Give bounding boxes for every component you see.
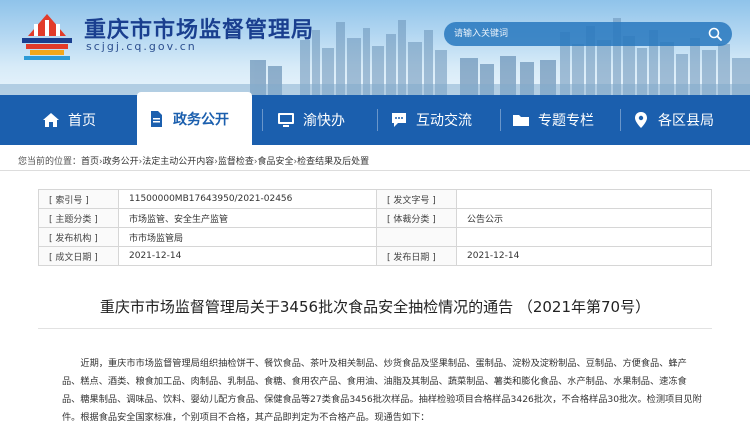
table-row: [ 主题分类 ] 市场监管、安全生产监管 [ 体裁分类 ] 公告公示 [38, 208, 712, 228]
info-label: [ 索引号 ] [38, 189, 119, 209]
nav-item-district-bureaus[interactable]: 各区县局 [632, 95, 714, 145]
info-label: [ 发文字号 ] [376, 189, 457, 209]
info-value: 2021-12-14 [456, 246, 712, 266]
info-value [456, 227, 712, 247]
info-label: [ 主题分类 ] [38, 208, 119, 228]
info-label: [ 发布机构 ] [38, 227, 119, 247]
article-body: 近期，重庆市市场监督管理局组织抽检饼干、餐饮食品、茶叶及相关制品、炒货食品及坚果… [62, 355, 702, 427]
info-label: [ 发布日期 ] [376, 246, 457, 266]
nav-divider [620, 109, 621, 131]
info-value: 公告公示 [456, 208, 712, 228]
nav-divider [377, 109, 378, 131]
nav-item-label: 互动交流 [416, 113, 472, 129]
document-info-table: [ 索引号 ] 11500000MB17643950/2021-02456 [ … [38, 189, 712, 266]
breadcrumb-item[interactable]: 法定主动公开内容 [142, 157, 214, 167]
info-value: 11500000MB17643950/2021-02456 [118, 189, 377, 209]
search-icon[interactable] [708, 27, 722, 41]
table-row: [ 发布机构 ] 市市场监管局 [38, 227, 712, 247]
search-input[interactable] [452, 22, 692, 46]
location-pin-icon [635, 112, 647, 128]
info-value: 市场监管、安全生产监管 [118, 208, 377, 228]
header-banner: 重庆市市场监督管理局 scjgj.cq.gov.cn [0, 0, 750, 95]
info-value: 2021-12-14 [118, 246, 377, 266]
breadcrumb-item[interactable]: 监督检查 [218, 157, 254, 167]
nav-item-government-affairs[interactable]: 政务公开 [137, 92, 252, 145]
breadcrumb-item[interactable]: 政务公开 [103, 157, 139, 167]
folder-icon [513, 115, 529, 126]
breadcrumb-prefix: 您当前的位置： [18, 157, 82, 167]
nav-divider [262, 109, 263, 131]
breadcrumb-item[interactable]: 检查结果及后处置 [297, 157, 369, 167]
document-icon [151, 110, 162, 127]
nav-item-home[interactable]: 首页 [42, 95, 96, 145]
breadcrumb-item[interactable]: 首页 [81, 157, 99, 167]
article-paragraph: 近期，重庆市市场监督管理局组织抽检饼干、餐饮食品、茶叶及相关制品、炒货食品及坚果… [62, 358, 702, 423]
breadcrumb-item[interactable]: 食品安全 [258, 157, 294, 167]
info-label: [ 成文日期 ] [38, 246, 119, 266]
breadcrumb: 您当前的位置：首页›政务公开›法定主动公开内容›监督检查›食品安全›检查结果及后… [18, 154, 369, 167]
nav-item-interaction[interactable]: 互动交流 [390, 95, 472, 145]
nav-item-yukuaiban[interactable]: 渝快办 [277, 95, 345, 145]
monitor-icon [278, 113, 294, 127]
home-icon [43, 113, 59, 127]
info-value [456, 189, 712, 209]
nav-item-special-topics[interactable]: 专题专栏 [512, 95, 594, 145]
chat-icon [392, 113, 406, 127]
info-label: [ 体裁分类 ] [376, 208, 457, 228]
nav-item-label: 政务公开 [173, 111, 229, 128]
site-domain: scjgj.cq.gov.cn [86, 40, 197, 53]
nav-item-label: 专题专栏 [538, 113, 594, 129]
table-row: [ 成文日期 ] 2021-12-14 [ 发布日期 ] 2021-12-14 [38, 246, 712, 266]
nav-divider [500, 109, 501, 131]
info-label [376, 227, 457, 247]
nav-item-label: 首页 [68, 113, 96, 129]
main-nav: 首页 政务公开 渝快办 互动交流 专题专栏 各区县局 [0, 92, 750, 145]
breadcrumb-divider [0, 170, 750, 171]
info-value: 市市场监管局 [118, 227, 377, 247]
title-divider [38, 328, 712, 329]
site-logo [22, 14, 72, 60]
article-title: 重庆市市场监督管理局关于3456批次食品安全抽检情况的通告 （2021年第70号… [99, 298, 651, 316]
search-bar [444, 22, 732, 46]
nav-item-label: 渝快办 [303, 113, 345, 129]
table-row: [ 索引号 ] 11500000MB17643950/2021-02456 [ … [38, 189, 712, 209]
nav-item-label: 各区县局 [658, 113, 714, 129]
